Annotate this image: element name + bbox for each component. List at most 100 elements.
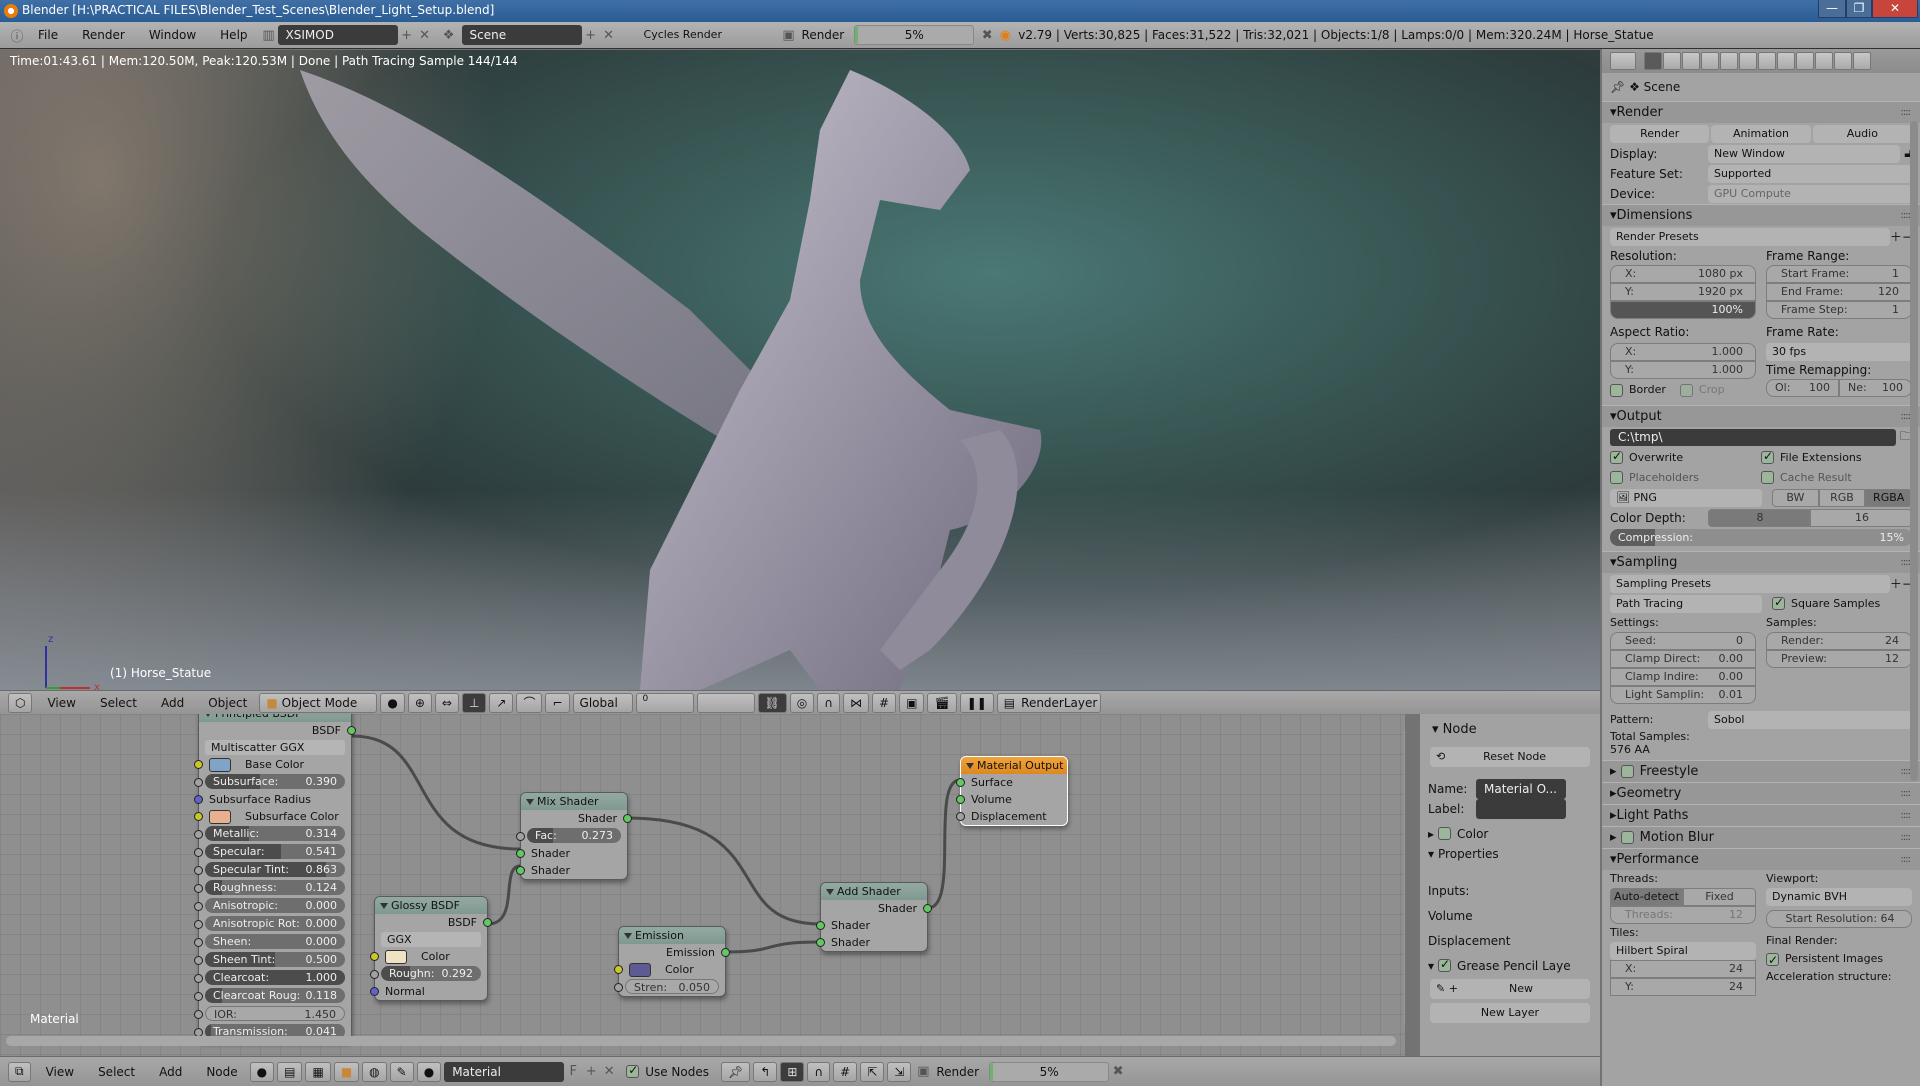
linestyle-shader-icon[interactable]: ✎: [389, 1061, 414, 1082]
sampling-presets-select[interactable]: Sampling Presets: [1610, 574, 1890, 593]
node-menu-select[interactable]: Select: [86, 1065, 147, 1079]
world-shader-icon[interactable]: ◍: [362, 1061, 387, 1082]
output-panel-header[interactable]: ▾Output::::: [1602, 405, 1920, 427]
manipulator-rotate-icon[interactable]: ↗: [489, 692, 514, 713]
input-socket[interactable]: [194, 956, 203, 965]
snap-element-node-icon[interactable]: #: [833, 1061, 858, 1082]
crop-checkbox[interactable]: [1679, 383, 1693, 397]
preview-samples-field[interactable]: Preview: 12: [1766, 650, 1912, 668]
snap-icon[interactable]: ∩: [817, 692, 841, 713]
add-scene-icon[interactable]: +: [582, 26, 600, 44]
menu-help[interactable]: Help: [208, 28, 259, 42]
principled-slider[interactable]: IOR: 1.450: [205, 1006, 345, 1021]
motion-blur-panel-header[interactable]: ▸ Motion Blur::::: [1602, 826, 1920, 848]
paste-nodes-icon[interactable]: ⇲: [887, 1061, 912, 1082]
lock-layers-icon[interactable]: ⛓: [757, 692, 787, 713]
cancel-render-icon[interactable]: ✖: [978, 26, 996, 44]
input-socket[interactable]: [816, 921, 825, 930]
color-depth-8[interactable]: 8: [1708, 508, 1810, 527]
pin-icon-props[interactable]: 📌︎: [1610, 80, 1625, 94]
node-editor[interactable]: Principled BSDF BSDF Multiscatter GGX Ba…: [0, 714, 1405, 1060]
tile-y-field[interactable]: Y: 24: [1610, 978, 1756, 996]
unlink-material-icon[interactable]: ✕: [600, 1063, 618, 1081]
principled-slider[interactable]: Subsurface: 0.390: [205, 774, 345, 789]
fake-user-button[interactable]: F: [564, 1063, 582, 1081]
tab-object-icon[interactable]: [1720, 52, 1738, 70]
layers-grid-2[interactable]: [696, 692, 755, 713]
frame-rate-select[interactable]: 30 fps: [1766, 343, 1912, 361]
dimensions-panel-header[interactable]: ▾Dimensions::::: [1602, 204, 1920, 226]
distribution-select[interactable]: Multiscatter GGX: [205, 740, 345, 755]
resolution-y-field[interactable]: Y: 1920 px: [1610, 283, 1756, 301]
clamp-indirect-field[interactable]: Clamp Indire: 0.00: [1610, 668, 1756, 686]
node-panel-header[interactable]: ▾ Node: [1420, 714, 1600, 745]
node-add-shader[interactable]: Add Shader Shader Shader Shader: [816, 882, 932, 952]
object-shader-icon[interactable]: ■: [333, 1061, 360, 1082]
screen-layout-icon[interactable]: ▥: [260, 26, 278, 44]
principled-slider[interactable]: Anisotropic: 0.000: [205, 898, 345, 913]
pause-render-icon[interactable]: ❚❚: [959, 692, 994, 713]
pin-icon[interactable]: 📌︎: [721, 1061, 751, 1082]
principled-slider[interactable]: Metallic: 0.314: [205, 826, 345, 841]
principled-slider[interactable]: Specular: 0.541: [205, 844, 345, 859]
input-socket[interactable]: [956, 812, 965, 821]
editor-type-node-icon[interactable]: ⧉: [8, 1061, 31, 1082]
integrator-select[interactable]: Path Tracing: [1610, 594, 1762, 613]
tab-scene-icon[interactable]: [1682, 52, 1700, 70]
proportional-edit-icon[interactable]: ◎: [789, 692, 815, 713]
render-layer-select[interactable]: ▤ RenderLayer: [996, 692, 1101, 713]
principled-slider[interactable]: Clearcoat Roug: 0.118: [205, 988, 345, 1003]
pattern-select[interactable]: Sobol: [1708, 710, 1912, 729]
tab-constraints-icon[interactable]: [1739, 52, 1757, 70]
render-engine-select[interactable]: Cycles Render: [638, 26, 768, 44]
tab-modifiers-icon[interactable]: [1758, 52, 1776, 70]
input-socket[interactable]: [816, 938, 825, 947]
material-name-field[interactable]: Material: [444, 1061, 565, 1082]
opengl-anim-icon[interactable]: 🎬︎: [927, 692, 957, 713]
manipulator-toggle-icon[interactable]: ⇔: [434, 692, 459, 713]
info-editor-icon[interactable]: ⓘ: [8, 26, 26, 45]
mode-select[interactable]: ■ Object Mode: [259, 692, 378, 713]
resolution-x-field[interactable]: X: 1080 px: [1610, 265, 1756, 283]
tab-render-layers-icon[interactable]: [1663, 52, 1681, 70]
tab-data-icon[interactable]: [1777, 52, 1795, 70]
aspect-y-field[interactable]: Y: 1.000: [1610, 361, 1756, 379]
tab-material-icon[interactable]: [1796, 52, 1814, 70]
new-layer-button[interactable]: New Layer: [1430, 1003, 1590, 1023]
output-socket[interactable]: [923, 904, 932, 913]
input-socket[interactable]: [370, 952, 379, 961]
threads-count-field[interactable]: Threads: 12: [1610, 906, 1756, 924]
tab-render-icon[interactable]: [1644, 52, 1662, 70]
frame-step-field[interactable]: Frame Step: 1: [1766, 301, 1912, 319]
node-glossy-bsdf[interactable]: Glossy BSDF BSDF GGX Color Roughn: 0.292 …: [370, 896, 492, 1001]
node-menu-view[interactable]: View: [34, 1065, 86, 1079]
node-menu-add[interactable]: Add: [147, 1065, 194, 1079]
manipulator-extra-icon[interactable]: ⌐: [545, 692, 570, 713]
input-socket[interactable]: [194, 778, 203, 787]
input-socket[interactable]: [614, 965, 623, 974]
node-material-output[interactable]: Material Output Surface Volume Displacem…: [956, 756, 1068, 826]
shader-nodes-icon[interactable]: ●: [249, 1061, 275, 1082]
color-mode-bw[interactable]: BW: [1772, 488, 1819, 507]
roughness-slider[interactable]: Roughn: 0.292: [381, 966, 481, 981]
snap-target-icon[interactable]: #: [872, 692, 897, 713]
cancel-render-icon-2[interactable]: ✖: [1109, 1063, 1127, 1081]
close-button[interactable]: ✕: [1872, 0, 1918, 18]
add-material-icon[interactable]: +: [582, 1063, 600, 1081]
properties-scrollbar[interactable]: [1910, 121, 1918, 781]
layers-grid-1[interactable]: 0: [635, 692, 694, 713]
node-title[interactable]: Emission: [619, 927, 725, 944]
input-socket[interactable]: [194, 902, 203, 911]
clamp-direct-field[interactable]: Clamp Direct: 0.00: [1610, 650, 1756, 668]
principled-slider[interactable]: Clearcoat: 1.000: [205, 970, 345, 985]
parent-tree-icon[interactable]: ↰: [753, 1061, 778, 1082]
grease-pencil-checkbox[interactable]: [1438, 957, 1452, 972]
tile-order-select[interactable]: Hilbert Spiral: [1610, 942, 1756, 960]
input-socket[interactable]: [194, 795, 203, 804]
compositing-nodes-icon[interactable]: ▤: [277, 1061, 303, 1082]
square-samples-checkbox[interactable]: [1772, 595, 1785, 611]
editor-type-properties-icon[interactable]: [1610, 52, 1636, 70]
input-socket[interactable]: [194, 1010, 203, 1019]
input-socket[interactable]: [956, 795, 965, 804]
threads-fixed[interactable]: Fixed: [1683, 888, 1756, 906]
